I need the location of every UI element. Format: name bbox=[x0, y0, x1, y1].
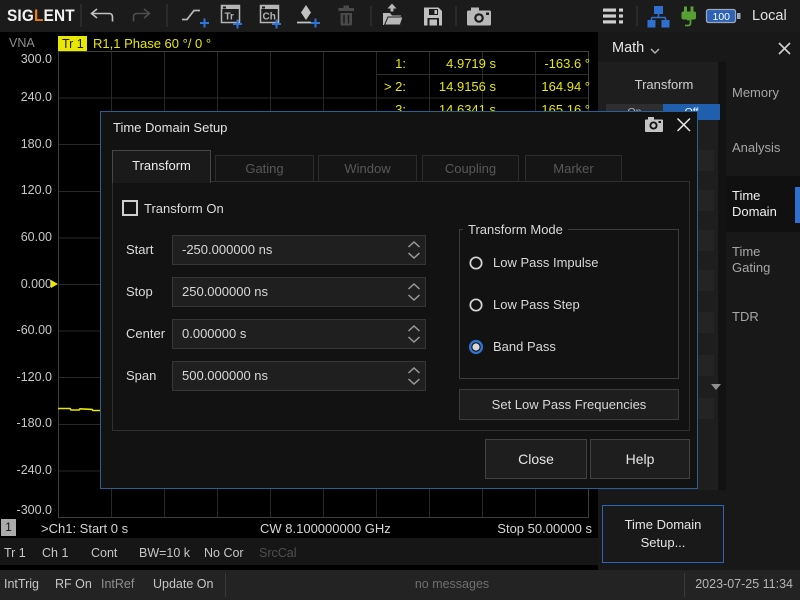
svg-text:Ch: Ch bbox=[263, 12, 276, 23]
svg-text:Tr: Tr bbox=[225, 12, 235, 23]
svg-text:100: 100 bbox=[713, 11, 731, 23]
